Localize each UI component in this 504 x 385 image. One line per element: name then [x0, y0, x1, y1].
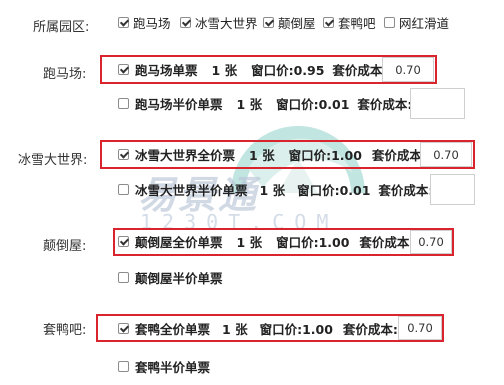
park-option-diandaowu[interactable]: 颠倒屋 — [263, 13, 316, 31]
ticket-checkbox[interactable] — [118, 148, 129, 160]
park-option-label: 网红滑道 — [399, 15, 450, 31]
ticket-row[interactable]: 跑马场半价单票 1 张 窗口价:0.01 套价成本: — [118, 94, 412, 112]
ticket-checkbox[interactable] — [118, 322, 129, 334]
ticket-row[interactable]: 颠倒屋半价单票 — [118, 268, 223, 286]
window-price: 窗口价:0.01 — [276, 96, 350, 112]
window-price: 窗口价:1.00 — [276, 234, 350, 250]
cost-input[interactable] — [410, 88, 465, 119]
ticket-name: 冰雪大世界半价单票 — [135, 182, 248, 198]
cost-label: 套价成本: — [378, 182, 434, 198]
ticket-checkbox[interactable] — [118, 63, 129, 75]
ticket-name: 颠倒屋全价单票 — [135, 234, 223, 250]
cost-label: 套价成本: — [357, 96, 413, 112]
ticket-name: 冰雪大世界全价票 — [135, 147, 236, 163]
ticket-qty: 1 张 — [236, 234, 263, 250]
section-label: 冰雪大世界: — [18, 153, 88, 168]
ticket-row[interactable]: 套鸭半价单票 — [118, 357, 210, 375]
ticket-checkbox[interactable] — [118, 183, 129, 195]
cost-label: 套价成本: — [359, 234, 415, 250]
cost-label: 套价成本: — [371, 147, 427, 163]
park-option-checkbox[interactable] — [263, 16, 274, 28]
ticket-name: 跑马场半价单票 — [135, 96, 223, 112]
park-option-taoyaba[interactable]: 套鸭吧 — [323, 13, 376, 31]
park-option-paomachang[interactable]: 跑马场 — [118, 13, 171, 31]
park-filter-label: 所属园区: — [33, 20, 90, 35]
ticket-name: 套鸭半价单票 — [135, 359, 211, 375]
park-option-checkbox[interactable] — [180, 16, 191, 28]
ticket-checkbox[interactable] — [118, 235, 129, 247]
park-option-checkbox[interactable] — [323, 16, 334, 28]
park-option-label: 套鸭吧 — [338, 15, 376, 31]
ticket-qty: 1 张 — [259, 182, 286, 198]
cost-input[interactable]: 0.70 — [420, 142, 472, 167]
ticket-qty: 1 张 — [236, 96, 263, 112]
park-option-label: 颠倒屋 — [278, 15, 316, 31]
window-price: 窗口价:0.01 — [297, 182, 371, 198]
section-label: 跑马场: — [43, 67, 87, 82]
ticket-qty: 1 张 — [211, 62, 238, 78]
ticket-row[interactable]: 冰雪大世界半价单票 1 张 窗口价:0.01 套价成本: — [118, 180, 433, 198]
park-option-checkbox[interactable] — [384, 16, 395, 28]
ticket-name: 颠倒屋半价单票 — [135, 270, 223, 286]
cost-input[interactable] — [430, 174, 475, 205]
cost-input[interactable]: 0.70 — [410, 230, 452, 254]
park-option-wanghong[interactable]: 网红滑道 — [384, 13, 449, 31]
cost-input[interactable]: 0.70 — [398, 316, 442, 340]
park-option-checkbox[interactable] — [118, 16, 129, 28]
ticket-name: 跑马场单票 — [135, 62, 198, 78]
section-label: 颠倒屋: — [43, 239, 87, 254]
ticket-qty: 1 张 — [222, 321, 248, 337]
cost-input[interactable]: 0.70 — [382, 57, 434, 82]
cost-label: 套价成本: — [332, 62, 388, 78]
section-label: 套鸭吧: — [43, 323, 87, 338]
ticket-row[interactable]: 套鸭全价单票 1 张 窗口价:1.00 套价成本: — [118, 319, 398, 337]
window-price: 窗口价:1.00 — [259, 321, 333, 337]
park-option-label: 冰雪大世界 — [195, 15, 258, 31]
park-option-label: 跑马场 — [133, 15, 171, 31]
ticket-checkbox[interactable] — [118, 360, 129, 372]
ticket-row[interactable]: 跑马场单票 1 张 窗口价:0.95 套价成本: — [118, 60, 387, 78]
ticket-name: 套鸭全价单票 — [135, 321, 211, 337]
ticket-checkbox[interactable] — [118, 97, 129, 109]
ticket-qty: 1 张 — [249, 147, 275, 163]
ticket-checkbox[interactable] — [118, 271, 129, 283]
ticket-row[interactable]: 颠倒屋全价单票 1 张 窗口价:1.00 套价成本: — [118, 232, 414, 250]
window-price: 窗口价:0.95 — [251, 62, 325, 78]
window-price: 窗口价:1.00 — [288, 147, 362, 163]
cost-label: 套价成本: — [342, 321, 398, 337]
ticket-row[interactable]: 冰雪大世界全价票 1 张 窗口价:1.00 套价成本: — [118, 145, 427, 163]
park-option-bingxue[interactable]: 冰雪大世界 — [180, 13, 258, 31]
